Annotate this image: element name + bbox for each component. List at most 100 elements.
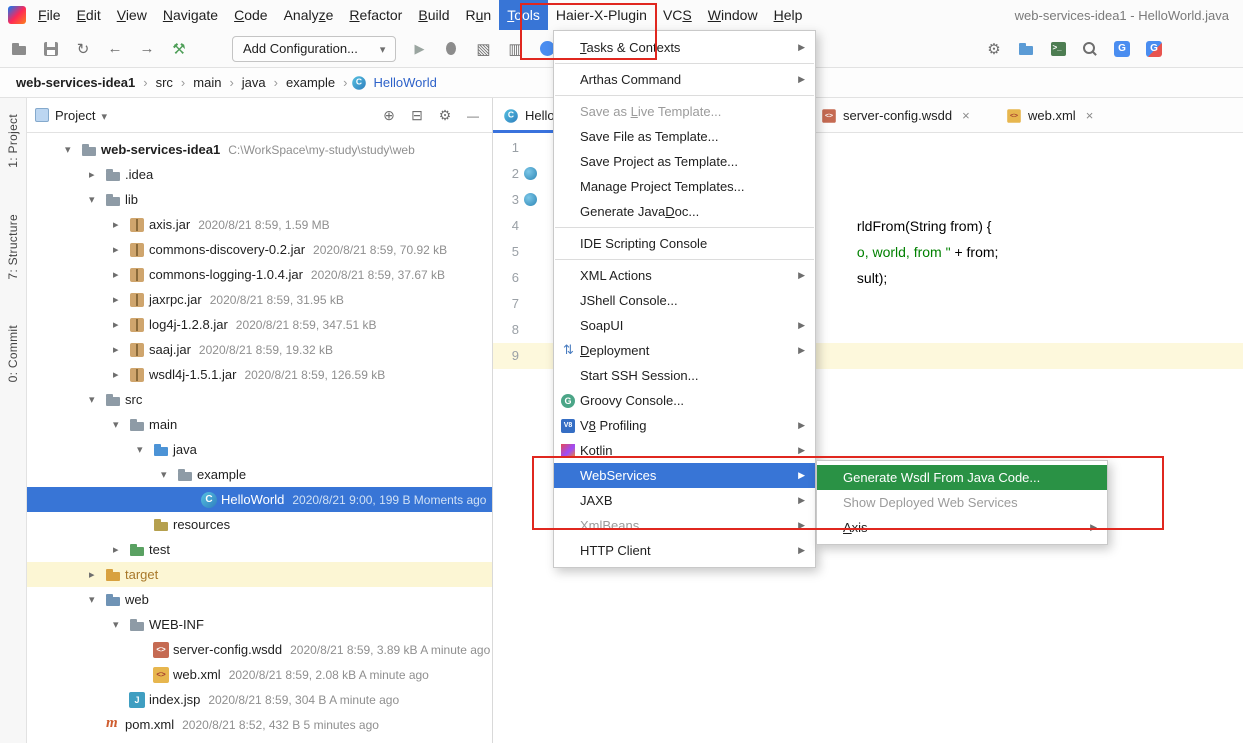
menu-item-groovy-console[interactable]: Groovy Console... [554, 388, 815, 413]
run-icon[interactable] [410, 40, 428, 58]
tree-row-example[interactable]: example [27, 462, 492, 487]
tree-row-target[interactable]: target [27, 562, 492, 587]
webservice-gutter-icon[interactable] [524, 193, 537, 206]
menu-item-soapui[interactable]: SoapUI [554, 313, 815, 338]
debug-icon[interactable] [442, 40, 460, 58]
menu-item-http-client[interactable]: HTTP Client [554, 538, 815, 563]
breadcrumb-example[interactable]: example [282, 74, 339, 91]
search-icon[interactable] [1081, 40, 1099, 58]
tree-row-main[interactable]: main [27, 412, 492, 437]
menu-item-xmlbeans[interactable]: XmlBeans [554, 513, 815, 538]
menu-item-xml-actions[interactable]: XML Actions [554, 263, 815, 288]
collapse-arrow[interactable] [113, 618, 129, 631]
tree-row-index-jsp[interactable]: index.jsp 2020/8/21 8:59, 304 B A minute… [27, 687, 492, 712]
menu-item-save-file-as-template[interactable]: Save File as Template... [554, 124, 815, 149]
menu-build[interactable]: Build [410, 0, 457, 30]
breadcrumb-main[interactable]: main [189, 74, 225, 91]
expand-arrow[interactable] [89, 568, 105, 581]
menu-run[interactable]: Run [458, 0, 500, 30]
save-icon[interactable] [42, 40, 60, 58]
tree-row-lib[interactable]: lib [27, 187, 492, 212]
tree-row-web-inf[interactable]: WEB-INF [27, 612, 492, 637]
expand-arrow[interactable] [89, 168, 105, 181]
breadcrumb-src[interactable]: src [152, 74, 177, 91]
menu-item-ide-scripting-console[interactable]: IDE Scripting Console [554, 231, 815, 256]
webservice-gutter-icon[interactable] [524, 167, 537, 180]
menu-edit[interactable]: Edit [69, 0, 109, 30]
submenu-item-generate-wsdl[interactable]: Generate Wsdl From Java Code... [817, 465, 1107, 490]
submenu-item-show-deployed-web-services[interactable]: Show Deployed Web Services [817, 490, 1107, 515]
hide-panel-icon[interactable] [462, 107, 484, 123]
menu-window[interactable]: Window [700, 0, 766, 30]
tree-row-commons-discovery-jar[interactable]: commons-discovery-0.2.jar 2020/8/21 8:59… [27, 237, 492, 262]
close-tab-icon[interactable] [1086, 108, 1094, 123]
expand-arrow[interactable] [113, 268, 129, 281]
menu-item-tasks-contexts[interactable]: Tasks & Contexts [554, 35, 815, 60]
tree-row-saaj-jar[interactable]: saaj.jar 2020/8/21 8:59, 19.32 kB [27, 337, 492, 362]
build-hammer-icon[interactable] [170, 40, 188, 58]
breadcrumb-project[interactable]: web-services-idea1 [12, 74, 139, 91]
expand-arrow[interactable] [113, 318, 129, 331]
tree-row-idea[interactable]: .idea [27, 162, 492, 187]
tree-row-helloworld[interactable]: HelloWorld 2020/8/21 9:00, 199 B Moments… [27, 487, 492, 512]
forward-icon[interactable] [138, 40, 156, 58]
tree-row-web-services-idea1[interactable]: web-services-idea1 C:\WorkSpace\my-study… [27, 137, 492, 162]
submenu-item-axis[interactable]: Axis [817, 515, 1107, 540]
open-icon[interactable] [10, 40, 28, 58]
translate-plugin-icon[interactable] [1113, 40, 1131, 58]
terminal-icon[interactable] [1049, 40, 1067, 58]
menu-item-arthas-command[interactable]: Arthas Command [554, 67, 815, 92]
toolwindow-button-project[interactable]: 1: Project [6, 114, 20, 168]
menu-item-deployment[interactable]: Deployment [554, 338, 815, 363]
breadcrumb-helloworld[interactable]: HelloWorld [369, 74, 440, 91]
expand-arrow[interactable] [113, 368, 129, 381]
menu-file[interactable]: File [30, 0, 69, 30]
expand-arrow[interactable] [113, 218, 129, 231]
menu-haier-x-plugin[interactable]: Haier-X-Plugin [548, 0, 655, 30]
gear-icon[interactable] [434, 107, 456, 124]
collapse-arrow[interactable] [89, 193, 105, 206]
project-folder-icon[interactable] [1017, 40, 1035, 58]
tree-row-resources[interactable]: resources [27, 512, 492, 537]
menu-navigate[interactable]: Navigate [155, 0, 226, 30]
menu-item-save-project-as-template[interactable]: Save Project as Template... [554, 149, 815, 174]
plugin-icon[interactable] [1145, 40, 1163, 58]
profiler-icon[interactable] [506, 40, 524, 58]
expand-arrow[interactable] [113, 543, 129, 556]
sync-icon[interactable] [74, 40, 92, 58]
tree-row-axis-jar[interactable]: axis.jar 2020/8/21 8:59, 1.59 MB [27, 212, 492, 237]
tree-row-web-xml[interactable]: web.xml 2020/8/21 8:59, 2.08 kB A minute… [27, 662, 492, 687]
collapse-arrow[interactable] [113, 418, 129, 431]
menu-item-v8-profiling[interactable]: V8 Profiling [554, 413, 815, 438]
menu-vcs[interactable]: VCS [655, 0, 700, 30]
tree-row-log4j-jar[interactable]: log4j-1.2.8.jar 2020/8/21 8:59, 347.51 k… [27, 312, 492, 337]
collapse-arrow[interactable] [137, 443, 153, 456]
chevron-down-icon[interactable] [101, 108, 107, 123]
collapse-arrow[interactable] [89, 393, 105, 406]
toolwindow-button-structure[interactable]: 7: Structure [6, 214, 20, 280]
editor-tab-server-config[interactable]: server-config.wsdd [811, 98, 996, 133]
tree-row-web[interactable]: web [27, 587, 492, 612]
menu-item-manage-project-templates[interactable]: Manage Project Templates... [554, 174, 815, 199]
menu-item-save-as-live-template[interactable]: Save as Live Template... [554, 99, 815, 124]
collapse-arrow[interactable] [89, 593, 105, 606]
run-configuration-combo[interactable]: Add Configuration... [232, 35, 397, 62]
menu-item-jaxb[interactable]: JAXB [554, 488, 815, 513]
menu-item-start-ssh-session[interactable]: Start SSH Session... [554, 363, 815, 388]
menu-refactor[interactable]: Refactor [341, 0, 410, 30]
menu-item-jshell-console[interactable]: JShell Console... [554, 288, 815, 313]
menu-item-generate-javadoc[interactable]: Generate JavaDoc... [554, 199, 815, 224]
expand-arrow[interactable] [113, 293, 129, 306]
menu-item-kotlin[interactable]: Kotlin [554, 438, 815, 463]
menu-view[interactable]: View [109, 0, 155, 30]
tree-row-pom-xml[interactable]: pom.xml 2020/8/21 8:52, 432 B 5 minutes … [27, 712, 492, 737]
tree-row-commons-logging-jar[interactable]: commons-logging-1.0.4.jar 2020/8/21 8:59… [27, 262, 492, 287]
collapse-all-icon[interactable] [406, 107, 428, 124]
back-icon[interactable] [106, 40, 124, 58]
locate-file-icon[interactable] [378, 107, 400, 124]
tree-row-jaxrpc-jar[interactable]: jaxrpc.jar 2020/8/21 8:59, 31.95 kB [27, 287, 492, 312]
collapse-arrow[interactable] [161, 468, 177, 481]
editor-tab-web-xml[interactable]: web.xml [996, 98, 1111, 133]
expand-arrow[interactable] [113, 243, 129, 256]
collapse-arrow[interactable] [65, 143, 81, 156]
